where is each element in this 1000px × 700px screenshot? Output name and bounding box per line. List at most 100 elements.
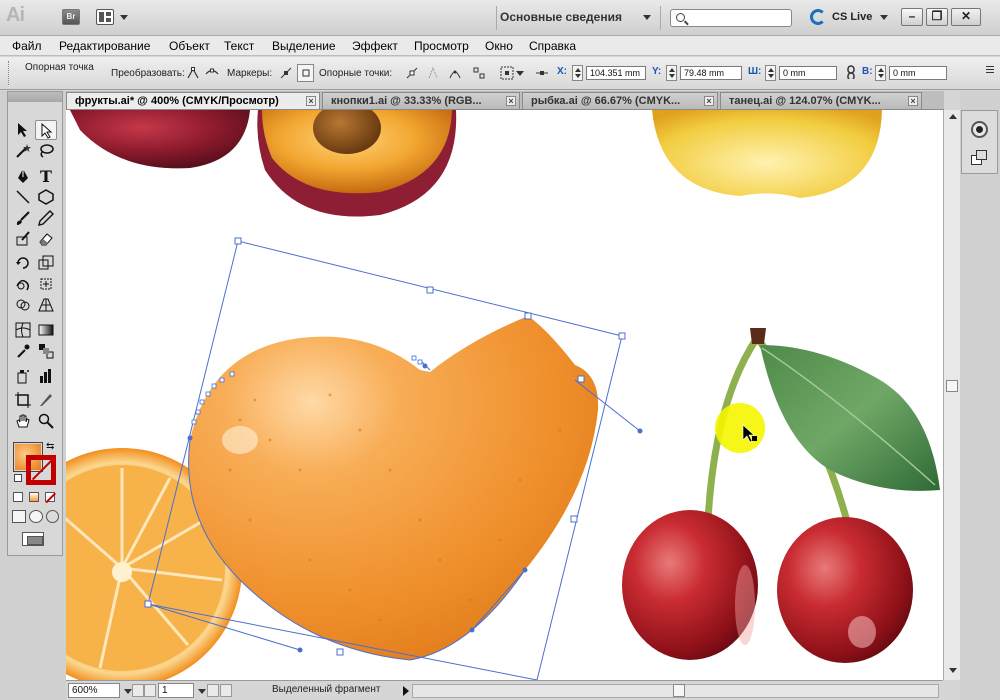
status-arrow-icon[interactable] [403, 686, 409, 696]
eraser-tool[interactable] [35, 229, 57, 249]
last-artboard-button[interactable] [220, 684, 232, 697]
menu-select[interactable]: Выделение [272, 39, 336, 53]
pen-tool[interactable] [12, 166, 34, 186]
gradient-mode-button[interactable] [29, 492, 39, 502]
width-field[interactable]: 0 mm [779, 66, 837, 80]
menu-window[interactable]: Окно [485, 39, 513, 53]
arrange-documents-button[interactable] [96, 9, 128, 25]
artboard-tool[interactable] [12, 390, 34, 410]
column-graph-tool[interactable] [35, 366, 57, 386]
menu-view[interactable]: Просмотр [414, 39, 469, 53]
artboard-chevron-icon[interactable] [198, 689, 206, 694]
menu-edit[interactable]: Редактирование [59, 39, 150, 53]
lasso-tool[interactable] [35, 141, 57, 161]
zoom-field[interactable]: 600% [68, 683, 120, 698]
tab-dance[interactable]: танец.ai @ 124.07% (CMYK... × [720, 92, 922, 109]
tools-panel-header[interactable] [8, 92, 62, 102]
menu-object[interactable]: Объект [169, 39, 210, 53]
connect-anchors-icon[interactable] [448, 66, 462, 80]
zoom-chevron-icon[interactable] [124, 689, 132, 694]
y-spinner[interactable] [666, 65, 677, 81]
type-tool[interactable]: T [35, 166, 57, 186]
draw-inside-icon[interactable] [46, 510, 59, 523]
rotate-tool[interactable] [12, 253, 34, 273]
maximize-button[interactable]: ❐ [926, 8, 948, 26]
vertical-scrollbar[interactable] [943, 110, 960, 680]
draw-normal-icon[interactable] [12, 510, 26, 523]
gradient-tool[interactable] [35, 320, 57, 340]
remove-anchor-icon[interactable] [405, 66, 419, 80]
tab-buttons[interactable]: кнопки1.ai @ 33.33% (RGB... × [322, 92, 520, 109]
slice-tool[interactable] [35, 390, 57, 410]
align-chevron-icon[interactable] [516, 71, 524, 76]
anchor-align-icon[interactable] [535, 66, 549, 80]
draw-behind-icon[interactable] [29, 510, 43, 523]
bridge-button[interactable]: Br [62, 9, 80, 25]
color-mode-button[interactable] [13, 492, 23, 502]
screen-mode-icon[interactable] [22, 532, 44, 546]
y-field[interactable]: 79.48 mm [680, 66, 742, 80]
workspace-switcher[interactable]: Основные сведения [500, 10, 622, 24]
mesh-tool[interactable] [12, 320, 34, 340]
close-tab-icon[interactable]: × [908, 96, 918, 106]
stroke-swatch[interactable] [26, 455, 56, 485]
height-field[interactable]: 0 mm [889, 66, 947, 80]
height-spinner[interactable] [875, 65, 886, 81]
tab-fish[interactable]: рыбка.ai @ 66.67% (CMYK... × [522, 92, 718, 109]
x-field[interactable]: 104.351 mm [586, 66, 646, 80]
pencil-tool[interactable] [35, 208, 57, 228]
eyedropper-tool[interactable] [12, 341, 34, 361]
show-handles-icon[interactable] [279, 66, 293, 80]
control-menu-icon[interactable] [986, 66, 994, 73]
menu-type[interactable]: Текст [224, 39, 254, 53]
first-artboard-button[interactable] [132, 684, 144, 697]
vertical-scroll-thumb[interactable] [946, 380, 958, 392]
menu-help[interactable]: Справка [529, 39, 576, 53]
shape-builder-tool[interactable] [12, 295, 34, 315]
menu-file[interactable]: Файл [12, 39, 42, 53]
magic-wand-tool[interactable] [12, 141, 34, 161]
close-tab-icon[interactable]: × [306, 96, 316, 106]
shape-tool[interactable] [35, 187, 57, 207]
blob-brush-tool[interactable] [12, 229, 34, 249]
constrain-link-icon[interactable] [845, 65, 859, 79]
isolate-anchors-icon[interactable] [500, 66, 514, 80]
warp-tool[interactable] [12, 274, 34, 294]
x-spinner[interactable] [572, 65, 583, 81]
free-transform-tool[interactable] [35, 274, 57, 294]
search-input[interactable] [670, 9, 792, 27]
horizontal-scroll-thumb[interactable] [673, 684, 685, 697]
prev-artboard-button[interactable] [144, 684, 156, 697]
width-spinner[interactable] [765, 65, 776, 81]
zoom-tool[interactable] [35, 411, 57, 431]
direct-selection-tool[interactable] [35, 120, 57, 140]
layers-icon[interactable] [971, 149, 988, 166]
artboard-canvas[interactable] [66, 110, 943, 680]
close-tab-icon[interactable]: × [704, 96, 714, 106]
next-artboard-button[interactable] [207, 684, 219, 697]
appearance-icon[interactable] [971, 121, 988, 138]
menu-effect[interactable]: Эффект [352, 39, 398, 53]
scale-tool[interactable] [35, 253, 57, 273]
swap-colors-icon[interactable]: ⇆ [46, 441, 54, 452]
blend-tool[interactable] [35, 341, 57, 361]
convert-corner-icon[interactable] [186, 66, 200, 80]
artboard-number-field[interactable]: 1 [158, 683, 194, 698]
tab-fruits[interactable]: фрукты.ai* @ 400% (CMYK/Просмотр) × [66, 92, 320, 109]
perspective-grid-tool[interactable] [35, 295, 57, 315]
minimize-button[interactable]: – [901, 8, 923, 26]
paintbrush-tool[interactable] [12, 208, 34, 228]
default-colors-icon[interactable] [14, 474, 22, 482]
symbol-sprayer-tool[interactable] [12, 366, 34, 386]
none-mode-button[interactable] [45, 492, 56, 503]
convert-smooth-icon[interactable] [205, 66, 219, 80]
hide-handles-button[interactable] [297, 64, 314, 82]
cut-path-icon[interactable] [426, 66, 440, 80]
scroll-up-icon[interactable] [949, 114, 957, 119]
close-button[interactable]: ✕ [951, 8, 981, 26]
hand-tool[interactable] [12, 411, 34, 431]
workspace-chevron-icon[interactable] [643, 15, 651, 20]
close-tab-icon[interactable]: × [506, 96, 516, 106]
line-tool[interactable] [12, 187, 34, 207]
join-anchors-icon[interactable] [472, 66, 486, 80]
